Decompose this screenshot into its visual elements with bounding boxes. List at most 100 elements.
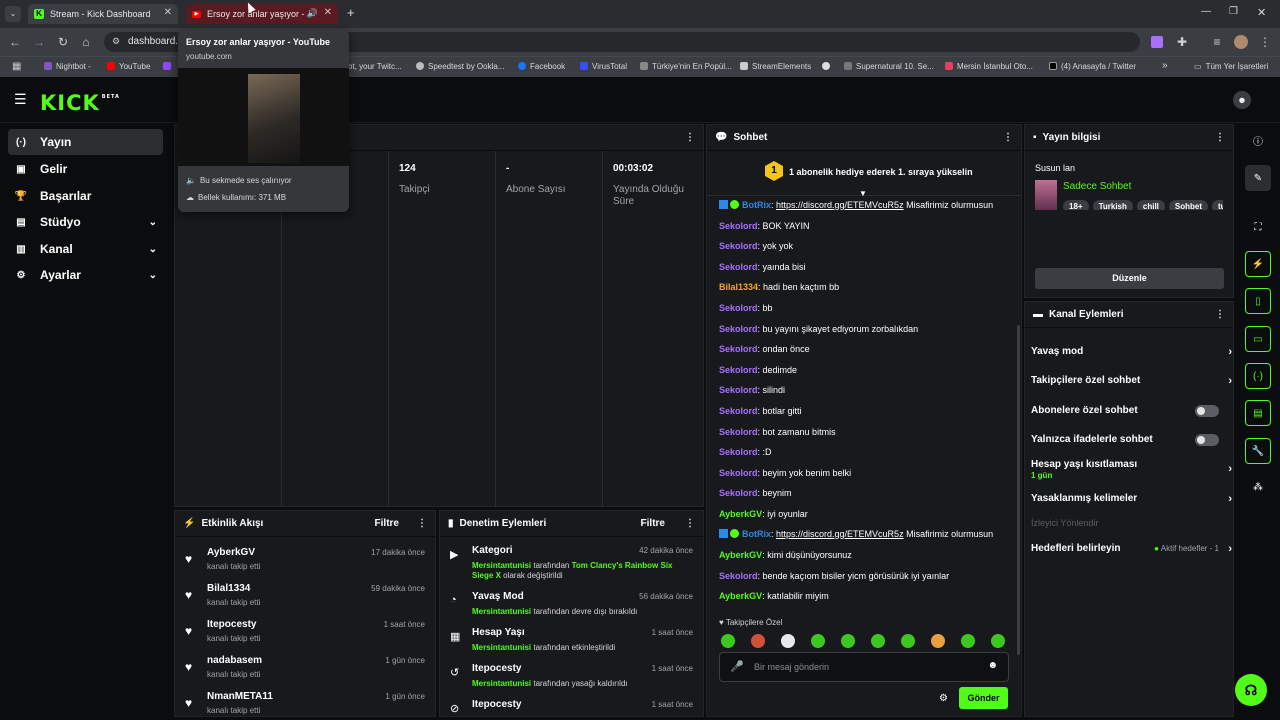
chat-username[interactable]: AyberkGV	[719, 509, 762, 519]
kick-logo[interactable]: KICK BETA	[40, 91, 120, 115]
more-options-icon[interactable]: ⋮	[685, 132, 695, 143]
back-icon[interactable]: ←	[8, 35, 22, 49]
filter-button[interactable]: Filtre	[641, 518, 665, 529]
more-options-icon[interactable]: ⋮	[685, 518, 695, 529]
event-item[interactable]: ♥ Itepocesty kanalı takip etti 1 saat önce	[175, 617, 435, 653]
chat-username[interactable]: Sekolord	[719, 385, 758, 395]
media-icon[interactable]: ≡	[1210, 35, 1224, 49]
chat-username[interactable]: Sekolord	[719, 344, 758, 354]
chat-username[interactable]: Sekolord	[719, 447, 758, 457]
bookmark-item[interactable]: Speedtest by Ookla...	[416, 62, 505, 71]
bookmark-item[interactable]	[163, 62, 175, 71]
chat-username[interactable]: Sekolord	[719, 427, 758, 437]
chat-link[interactable]: https://discord.gg/ETEMVcuR5z	[776, 200, 904, 210]
channel-action-item[interactable]: Abonelere özel sohbet	[1031, 405, 1231, 417]
chat-username[interactable]: BotRix	[742, 529, 771, 539]
chat-username[interactable]: Sekolord	[719, 468, 758, 478]
close-tab-icon[interactable]: ✕	[324, 7, 332, 18]
close-tab-icon[interactable]: ✕	[164, 7, 172, 18]
chat-username[interactable]: Sekolord	[719, 221, 758, 231]
chat-username[interactable]: AyberkGV	[719, 550, 762, 560]
bolt-icon[interactable]: ⚡	[1245, 251, 1271, 277]
bookmark-item[interactable]	[822, 62, 834, 71]
chat-link[interactable]: https://discord.gg/ETEMVcuR5z	[776, 529, 904, 539]
emote-icon[interactable]	[991, 634, 1005, 648]
sidebar-item-gelir[interactable]: ▣ Gelir	[8, 156, 163, 182]
emoji-icon[interactable]: ☻	[987, 660, 998, 671]
speaker-icon[interactable]: 🔊	[307, 8, 318, 19]
moderator-name[interactable]: Mersintantunisi	[472, 679, 531, 688]
bookmark-item[interactable]: Türkiye'nin En Popül...	[640, 62, 732, 71]
wrench-icon[interactable]: 🔧	[1245, 438, 1271, 464]
chat-input[interactable]: 🎤 Bir mesaj gönderin ☻	[719, 652, 1009, 682]
category-name[interactable]: Sadece Sohbet	[1063, 181, 1131, 192]
reload-icon[interactable]: ↻	[56, 35, 70, 49]
chat-username[interactable]: Sekolord	[719, 241, 758, 251]
channel-action-item[interactable]: Hedefleri belirleyin ● Aktif hedefler - 1…	[1031, 543, 1232, 555]
menu-icon[interactable]: ⋮	[1258, 35, 1272, 49]
tab-youtube[interactable]: ▶ Ersoy zor anlar yaşıyor - YouTube 🔊 ✕	[186, 4, 338, 24]
support-icon[interactable]: ☊	[1235, 674, 1267, 706]
more-options-icon[interactable]: ⋮	[1215, 132, 1225, 143]
moderation-item[interactable]: ◔ Yavaş Mod 56 dakika önce Mersintantunisi …	[440, 591, 703, 627]
moderator-name[interactable]: Mersintantunisi	[472, 643, 531, 652]
chat-username[interactable]: Sekolord	[719, 365, 758, 375]
sidebar-item-basarilar[interactable]: 🏆 Başarılar	[8, 183, 163, 209]
chat-username[interactable]: AyberkGV	[719, 591, 762, 601]
emote-icon[interactable]	[811, 634, 825, 648]
moderation-item[interactable]: ▶ Kategori 42 dakika önce Mersintantunisi t…	[440, 545, 703, 581]
emote-icon[interactable]	[871, 634, 885, 648]
fullscreen-icon[interactable]: ⛶	[1245, 214, 1271, 240]
moderator-name[interactable]: Mersintantunisi	[472, 607, 531, 616]
channel-action-item[interactable]: Hesap yaşı kısıtlaması 1 gün ›	[1031, 459, 1232, 480]
pinned-goal[interactable]: 1 1 abonelik hediye ederek 1. sıraya yük…	[707, 152, 1021, 198]
broadcast-icon[interactable]: (·)	[1245, 363, 1271, 389]
emote-icon[interactable]	[781, 634, 795, 648]
extensions-puzzle-icon[interactable]: ✚	[1175, 35, 1189, 49]
emote-icon[interactable]	[961, 634, 975, 648]
chat-username[interactable]: Sekolord	[719, 406, 758, 416]
sidebar-item-yayin[interactable]: (·) Yayın	[8, 129, 163, 155]
chat-username[interactable]: Bilal1334	[719, 282, 758, 292]
moderation-icon[interactable]: ▤	[1245, 400, 1271, 426]
forward-icon[interactable]: →	[32, 35, 46, 49]
home-icon[interactable]: ⌂	[79, 35, 93, 49]
profile-avatar[interactable]	[1234, 35, 1248, 49]
more-options-icon[interactable]: ⋮	[417, 518, 427, 529]
emote-icon[interactable]	[901, 634, 915, 648]
info-icon[interactable]: ⓘ	[1245, 127, 1271, 153]
maximize-icon[interactable]: ❐	[1229, 6, 1238, 17]
chat-username[interactable]: Sekolord	[719, 488, 758, 498]
event-item[interactable]: ♥ nadabasem kanalı takip etti 1 gün önce	[175, 653, 435, 689]
bookmark-item[interactable]: StreamElements	[740, 62, 811, 71]
bookmark-item[interactable]: VirusTotal	[580, 62, 627, 71]
more-options-icon[interactable]: ⋮	[1003, 132, 1013, 143]
channel-action-item[interactable]: Yalnızca ifadelerle sohbet	[1031, 434, 1231, 446]
chat-username[interactable]: Sekolord	[719, 571, 758, 581]
emote-icon[interactable]	[751, 634, 765, 648]
note-icon[interactable]: ▯	[1245, 288, 1271, 314]
minimize-icon[interactable]: —	[1201, 6, 1211, 17]
extension-icon[interactable]	[1151, 36, 1163, 48]
chat-scrollbar[interactable]	[1017, 325, 1020, 655]
apps-icon[interactable]: ⁂	[1245, 474, 1271, 500]
channel-action-item[interactable]: Yasaklanmış kelimeler ›	[1031, 493, 1232, 505]
moderation-item[interactable]: ▦ Hesap Yaşı 1 saat önce Mersintantunisi ta…	[440, 627, 703, 663]
tag-chip[interactable]: chill	[1136, 200, 1165, 210]
chat-username[interactable]: Sekolord	[719, 303, 758, 313]
tab-kick-dashboard[interactable]: K Stream - Kick Dashboard ✕	[28, 4, 178, 24]
channel-action-item[interactable]: Takipçilere özel sohbet ›	[1031, 375, 1232, 387]
site-info-icon[interactable]: ⚙	[112, 36, 120, 47]
tab-search-button[interactable]: ⌄	[5, 6, 21, 22]
bookmark-item[interactable]: (4) Anasayfa / Twitter	[1049, 62, 1136, 71]
chat-icon[interactable]: ▭	[1245, 326, 1271, 352]
sidebar-item-studyo[interactable]: ▤ Stüdyo ⌄	[8, 209, 163, 235]
tag-chip[interactable]: Sohbet	[1168, 200, 1209, 210]
sidebar-item-kanal[interactable]: ▥ Kanal ⌄	[8, 236, 163, 262]
user-avatar[interactable]: ☻	[1233, 91, 1251, 109]
emote-icon[interactable]	[721, 634, 735, 648]
more-options-icon[interactable]: ⋮	[1215, 309, 1225, 320]
tag-chip[interactable]: Turkish	[1092, 200, 1133, 210]
filter-button[interactable]: Filtre	[375, 518, 399, 529]
emote-icon[interactable]	[931, 634, 945, 648]
